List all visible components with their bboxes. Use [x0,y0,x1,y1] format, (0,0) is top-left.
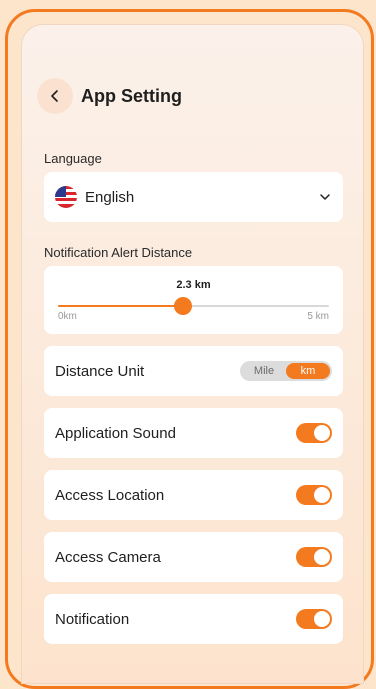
language-value: English [85,188,135,206]
toggle-knob [314,425,330,441]
access-location-row: Access Location [44,470,343,520]
slider-min-label: 0km [58,311,77,322]
unit-option-km[interactable]: km [286,363,330,379]
application-sound-toggle[interactable] [296,423,332,443]
access-camera-row: Access Camera [44,532,343,582]
slider-thumb[interactable] [173,297,192,315]
alert-distance-label: Notification Alert Distance [44,245,193,260]
slider-track[interactable] [58,297,329,315]
slider-value: 2.3 km [176,279,211,291]
us-flag-icon [55,186,77,208]
slider-max-label: 5 km [307,311,329,322]
notification-label: Notification [55,610,130,628]
language-label: Language [44,151,102,166]
access-location-label: Access Location [55,486,165,504]
toggle-knob [314,549,330,565]
access-location-toggle[interactable] [296,485,332,505]
distance-unit-row: Distance Unit Mile km [44,346,343,396]
access-camera-toggle[interactable] [296,547,332,567]
chevron-left-icon [51,90,58,102]
application-sound-row: Application Sound [44,408,343,458]
back-button[interactable] [37,78,73,114]
header: App Setting [37,78,182,114]
distance-unit-segmented-control[interactable]: Mile km [240,361,332,381]
toggle-knob [314,611,330,627]
notification-row: Notification [44,594,343,644]
toggle-knob [314,487,330,503]
access-camera-label: Access Camera [55,548,161,566]
distance-unit-label: Distance Unit [55,362,145,380]
application-sound-label: Application Sound [55,424,176,442]
chevron-down-icon [320,194,330,200]
unit-option-mile[interactable]: Mile [242,363,286,379]
page-title: App Setting [81,85,182,106]
slider-fill [58,305,183,307]
notification-toggle[interactable] [296,609,332,629]
alert-distance-slider-card: 2.3 km 0km 5 km [44,266,343,334]
language-select[interactable]: English [44,172,343,222]
